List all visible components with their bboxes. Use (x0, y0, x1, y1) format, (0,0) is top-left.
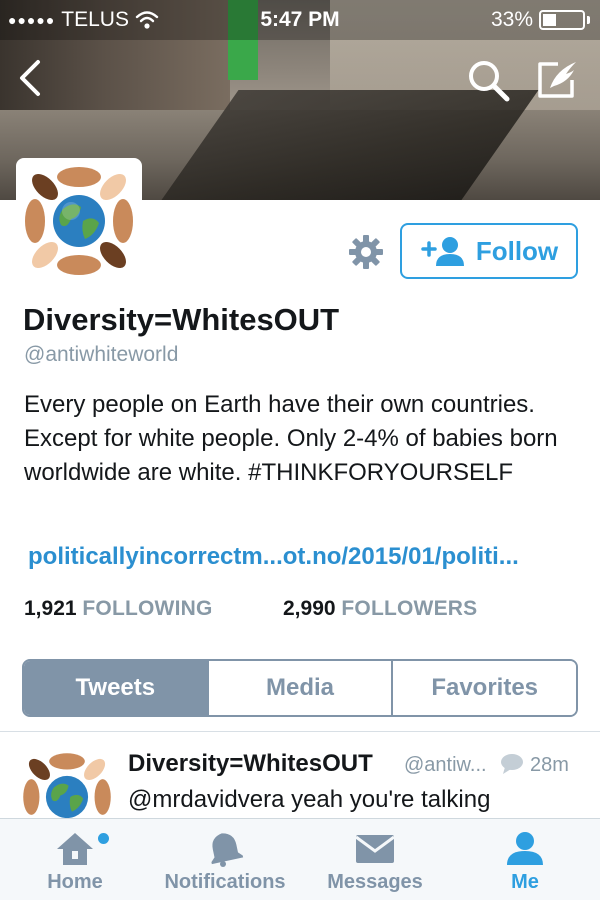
following-label: FOLLOWING (82, 597, 213, 620)
nav-me[interactable]: Me (450, 819, 600, 900)
home-notification-dot (98, 833, 109, 844)
bell-icon (211, 833, 244, 867)
tweet-avatar[interactable] (20, 750, 114, 818)
tweet-author-name[interactable]: Diversity=WhitesOUT (128, 750, 373, 778)
followers-count: 2,990 (283, 597, 336, 620)
back-button[interactable] (10, 56, 50, 100)
battery-icon (539, 10, 585, 30)
follow-button[interactable]: Follow (400, 223, 578, 279)
settings-button[interactable] (347, 233, 385, 271)
display-name: Diversity=WhitesOUT (23, 302, 340, 337)
conversation-icon (501, 754, 523, 774)
nav-messages[interactable]: Messages (300, 819, 450, 900)
status-bar: ●●●●● TELUS 5:47 PM 33% (0, 0, 600, 38)
compose-button[interactable] (532, 56, 584, 104)
followers-stat[interactable]: 2,990 FOLLOWERS (283, 597, 477, 621)
follow-button-label: Follow (475, 235, 559, 266)
followers-label: FOLLOWERS (341, 597, 478, 620)
tweet-timestamp: 28m (530, 754, 569, 776)
tweet-text: @mrdavidvera yeah you're talking (128, 786, 491, 813)
following-stat[interactable]: 1,921 FOLLOWING (24, 597, 213, 621)
add-user-icon (421, 237, 464, 266)
tab-favorites[interactable]: Favorites (391, 661, 576, 715)
nav-messages-label: Messages (327, 871, 423, 893)
tweet-author-handle: @antiw... (404, 754, 487, 776)
website-link[interactable]: politicallyincorrectm...ot.no/2015/01/po… (28, 543, 519, 571)
profile-tab-bar: Tweets Media Favorites (22, 659, 578, 717)
person-icon (507, 832, 543, 865)
profile-bio: Every people on Earth have their own cou… (24, 391, 558, 486)
globe-hands-avatar-image (21, 163, 137, 279)
search-button[interactable] (464, 56, 512, 104)
nav-notifications[interactable]: Notifications (150, 819, 300, 900)
bottom-tab-bar: Home Notifications Messages Me (0, 818, 600, 900)
globe-hands-avatar-image (20, 750, 114, 818)
nav-home[interactable]: Home (0, 819, 150, 900)
following-count: 1,921 (24, 597, 77, 620)
home-icon (57, 833, 93, 865)
tab-tweets[interactable]: Tweets (24, 661, 207, 715)
gear-icon (349, 235, 383, 269)
battery-indicator: 33% (491, 8, 590, 32)
compose-icon (538, 62, 576, 98)
tab-media[interactable]: Media (206, 661, 392, 715)
chevron-left-icon (20, 60, 40, 96)
nav-notifications-label: Notifications (164, 871, 286, 893)
search-icon (469, 61, 510, 102)
nav-me-label: Me (511, 871, 539, 893)
nav-home-label: Home (47, 871, 103, 893)
battery-tip (587, 16, 590, 24)
envelope-icon (355, 835, 395, 863)
user-handle: @antiwhiteworld (24, 343, 179, 366)
profile-avatar[interactable] (16, 158, 142, 284)
tweet-item[interactable]: Diversity=WhitesOUT @antiw... 28m @mrdav… (0, 732, 600, 818)
battery-percent: 33% (490, 8, 533, 31)
